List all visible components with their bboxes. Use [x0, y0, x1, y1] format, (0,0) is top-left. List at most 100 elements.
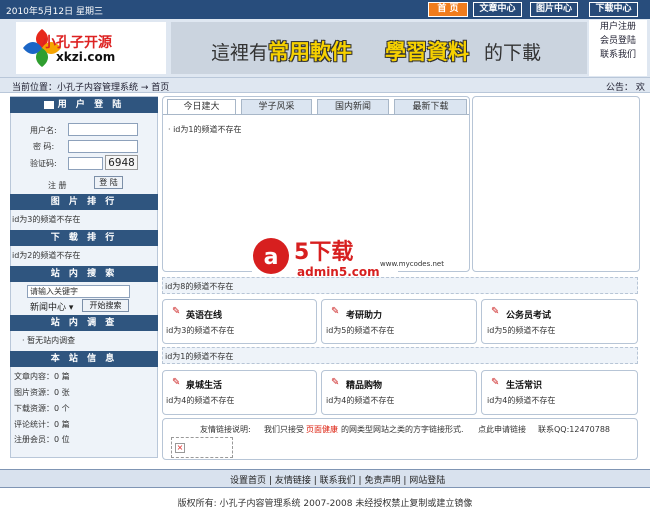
box-exam-help: [321, 299, 477, 344]
copyright: 版权所有: 小孔子内容管理系统 2007-2008 未经授权禁止复制或建立镜像: [177, 499, 473, 509]
pencil-icon: ✎: [331, 306, 340, 317]
links-prefix: 友情链接说明:: [200, 425, 251, 434]
password-label: 密 码:: [33, 142, 55, 151]
download-rank-title: 下 载 排 行: [10, 230, 158, 246]
contact-link[interactable]: 联系我们: [589, 48, 647, 62]
site-survey-title: 站 内 调 查: [10, 315, 158, 331]
box-life-tips-title[interactable]: 生活常识: [506, 378, 542, 391]
footer-login[interactable]: 网站登陆: [409, 476, 445, 486]
apply-link[interactable]: 点此申请链接: [478, 424, 526, 435]
footer-separator: |: [313, 476, 317, 486]
tab-content-text: · id为1的频道不存在: [168, 125, 242, 134]
contact-qq: 联系QQ:12470788: [538, 425, 611, 434]
site-info-title: 本 站 信 息: [10, 351, 158, 367]
search-button[interactable]: 开始搜索: [82, 299, 129, 312]
box-civil-exam-text: id为5的频道不存在: [487, 326, 556, 335]
captcha-image: 6948: [105, 155, 138, 170]
info-comment-count: 评论统计：0 篇: [14, 420, 70, 429]
box-civil-exam-title[interactable]: 公务员考试: [506, 308, 551, 321]
login-button[interactable]: 登 陆: [94, 176, 123, 189]
box-exam-help-title[interactable]: 考研助力: [346, 308, 382, 321]
info-article-count: 文章内容：0 篇: [14, 372, 70, 381]
box-civil-exam: [481, 299, 638, 344]
username-label: 用户名:: [30, 126, 57, 135]
banner-text-c: 學習資料: [385, 40, 469, 64]
info-image-count: 图片资源：0 张: [14, 388, 70, 397]
user-icon: [43, 100, 54, 109]
footer-disclaimer[interactable]: 免责声明: [364, 476, 400, 486]
box-english-online-title[interactable]: 英语在线: [186, 308, 222, 321]
banner: 這裡有 常用軟件 學習資料 的下載: [171, 22, 587, 74]
footer-separator: |: [358, 476, 362, 486]
box-shopping-text: id为4的频道不存在: [326, 396, 395, 405]
banner-text-d: 的下載: [484, 42, 542, 64]
info-member-count: 注册会员：0 位: [14, 435, 70, 444]
pencil-icon: ✎: [172, 306, 181, 317]
captcha-label: 验证码:: [30, 159, 57, 168]
download-rank-text: id为2的频道不存在: [12, 251, 81, 260]
password-input[interactable]: [68, 140, 138, 153]
footer-friend-links[interactable]: 友情链接: [275, 476, 311, 486]
logo-cn: 小孔子开源: [42, 35, 112, 51]
channel-strip-1-text: id为8的频道不存在: [165, 282, 234, 291]
image-rank-text: id为3的频道不存在: [12, 215, 81, 224]
search-input[interactable]: 请输入关键字: [27, 285, 130, 298]
tab-latest-downloads[interactable]: 最新下载: [394, 99, 467, 114]
footer-links: 设置首页 | 友情链接 | 联系我们 | 免责声明 | 网站登陆: [230, 473, 445, 486]
box-city-life-title[interactable]: 泉城生活: [186, 378, 222, 391]
footer-contact[interactable]: 联系我们: [320, 476, 356, 486]
image-rank-title: 图 片 排 行: [10, 194, 158, 210]
banner-text-b: 常用軟件: [268, 40, 352, 64]
site-search-title: 站 内 搜 索: [10, 266, 158, 282]
box-city-life: [162, 370, 317, 415]
footer-separator: |: [403, 476, 407, 486]
pencil-icon: ✎: [172, 377, 181, 388]
right-panel: [472, 96, 640, 272]
tab-domestic-news[interactable]: 国内新闻: [317, 99, 389, 114]
nav-downloads[interactable]: 下载中心: [589, 2, 638, 17]
box-english-online-text: id为3的频道不存在: [166, 326, 235, 335]
footer-separator: |: [268, 476, 272, 486]
date-text: 2010年5月12日 星期三: [6, 7, 103, 17]
site-survey-text: · 暂无站内调查: [22, 336, 76, 345]
register-link[interactable]: 用户注册: [589, 20, 647, 34]
channel-strip-2: [162, 347, 638, 364]
pencil-icon: ✎: [331, 377, 340, 388]
box-life-tips-text: id为4的频道不存在: [487, 396, 556, 405]
link-image-placeholder: ×: [171, 437, 233, 458]
channel-strip-1: [162, 277, 638, 294]
a5-logo-icon: a: [253, 238, 289, 274]
svg-text:a: a: [264, 245, 279, 270]
logo-en: xkzi.com: [56, 50, 116, 64]
tab-today[interactable]: 今日建大: [167, 99, 236, 114]
header-side-links: 用户注册 会员登陆 联系我们: [589, 20, 647, 76]
links-suffix: 的网类型网站之类的方字链接形式.: [341, 425, 464, 434]
notice-label: 公告： 欢: [606, 83, 645, 93]
search-select[interactable]: 新闻中心 ▾: [30, 300, 73, 313]
member-login-link[interactable]: 会员登陆: [589, 34, 647, 48]
tab-divider: [163, 114, 469, 115]
box-life-tips: [481, 370, 638, 415]
nav-images[interactable]: 图片中心: [530, 2, 578, 17]
pencil-icon: ✎: [491, 377, 500, 388]
box-exam-help-text: id为5的频道不存在: [326, 326, 395, 335]
links-text: 我们只接受: [264, 425, 304, 434]
box-english-online: [162, 299, 317, 344]
footer-home[interactable]: 设置首页: [230, 476, 266, 486]
register-label[interactable]: 注 册: [48, 180, 67, 191]
tab-students[interactable]: 学子风采: [241, 99, 312, 114]
box-shopping-title[interactable]: 精品购物: [346, 378, 382, 391]
banner-text-a: 這裡有: [211, 42, 269, 64]
nav-articles[interactable]: 文章中心: [473, 2, 522, 17]
pencil-icon: ✎: [491, 306, 500, 317]
watermark-title: 5下载: [294, 240, 354, 265]
nav-home[interactable]: 首 页: [428, 2, 468, 17]
watermark-url: www.mycodes.net: [380, 260, 444, 268]
site-logo: 小孔子开源 xkzi.com: [16, 22, 166, 74]
captcha-input[interactable]: [68, 157, 103, 170]
links-highlight: 页面健康: [306, 425, 338, 434]
username-input[interactable]: [68, 123, 138, 136]
channel-strip-2-text: id为1的频道不存在: [165, 352, 234, 361]
login-title: 用 户 登 陆: [10, 97, 158, 113]
breadcrumb: 当前位置：小孔子内容管理系统 → 首页: [12, 83, 170, 93]
